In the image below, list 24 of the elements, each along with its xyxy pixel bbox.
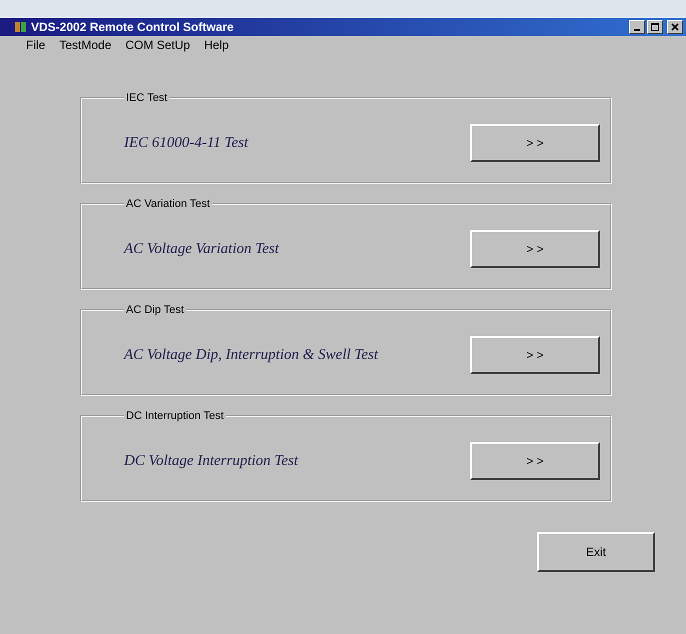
open-test-button[interactable]: > > [470, 124, 600, 162]
app-icon [14, 20, 28, 34]
test-label: AC Voltage Variation Test [124, 240, 280, 258]
minimize-button[interactable] [629, 20, 645, 34]
open-test-button[interactable]: > > [470, 230, 600, 268]
exit-button[interactable]: Exit [537, 532, 655, 572]
group-title: IEC Test [125, 92, 168, 104]
group-title: DC Interruption Test [125, 410, 225, 422]
window-title: VDS-2002 Remote Control Software [31, 20, 234, 34]
menu-item[interactable]: TestMode [59, 38, 112, 52]
menu-item[interactable]: COM SetUp [125, 38, 190, 52]
test-label: IEC 61000-4-11 Test [124, 134, 250, 152]
close-button[interactable] [667, 20, 683, 34]
menu-item[interactable]: Help [204, 38, 229, 52]
menu-item[interactable]: File [26, 38, 46, 52]
open-test-button[interactable]: > > [470, 336, 600, 374]
maximize-icon [651, 23, 659, 31]
close-icon [671, 23, 679, 31]
maximize-button[interactable] [647, 20, 663, 34]
group-title: AC Dip Test [125, 304, 185, 316]
test-label: DC Voltage Interruption Test [124, 452, 300, 470]
open-test-button[interactable]: > > [470, 442, 600, 480]
test-label: AC Voltage Dip, Interruption & Swell Test [124, 346, 380, 364]
group-title: AC Variation Test [125, 198, 211, 210]
